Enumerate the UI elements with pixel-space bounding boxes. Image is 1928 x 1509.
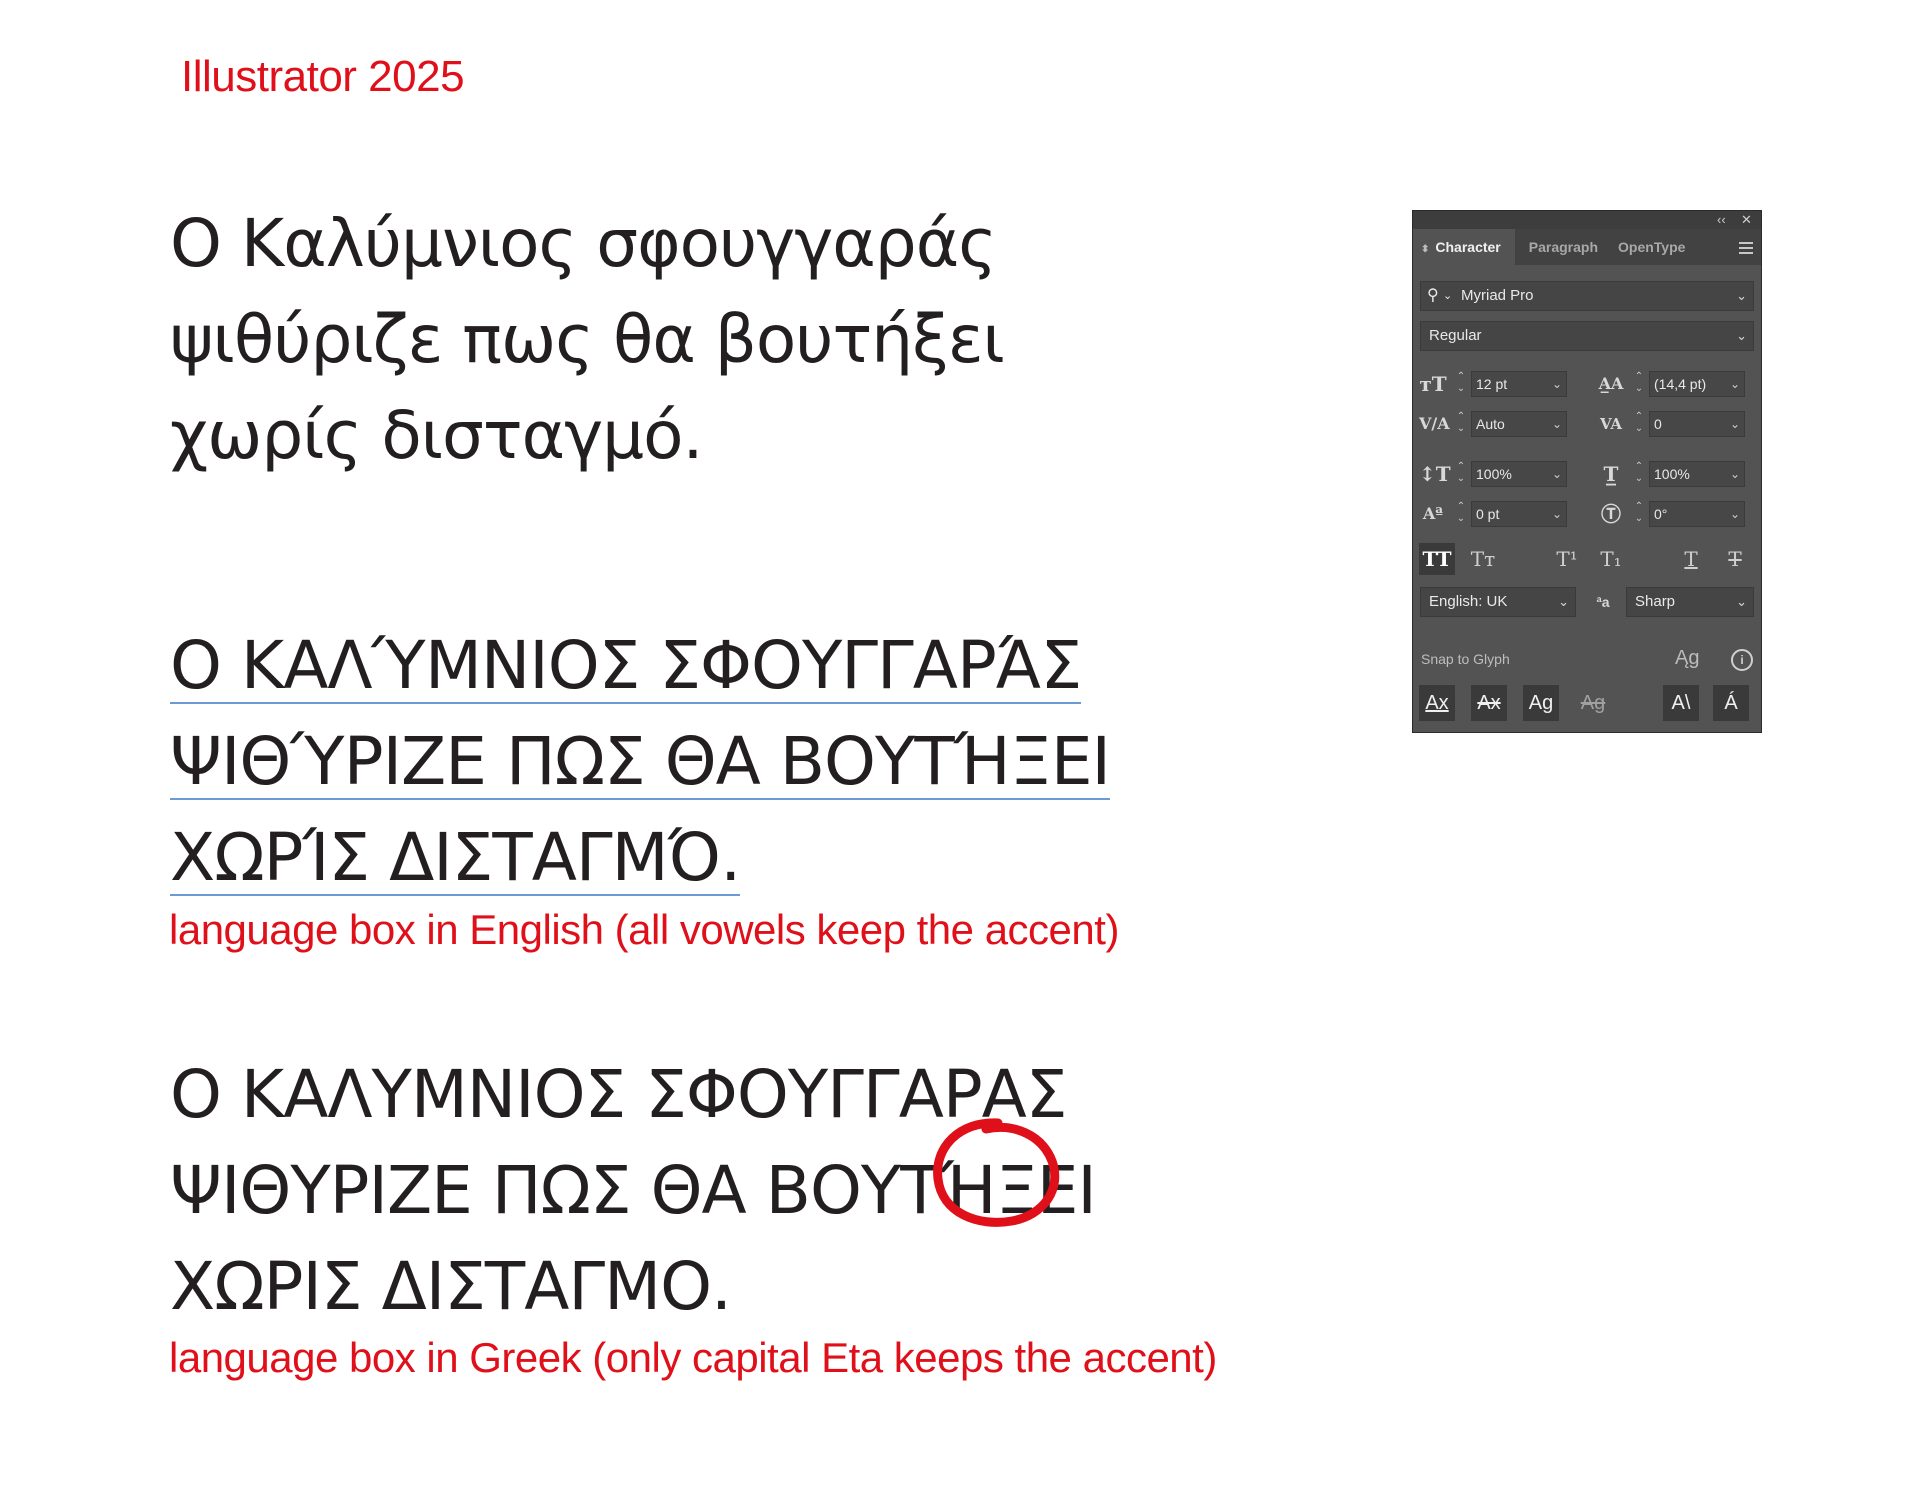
font-family-field[interactable]: ⚲ ⌄ Myriad Pro ⌄: [1420, 281, 1754, 311]
text-line: Ο ΚΑΛΎΜΝΙΟΣ ΣΦΟΥΓΓΑΡΆΣ: [170, 618, 1110, 714]
subscript-button[interactable]: T₁: [1593, 543, 1629, 575]
panel-menu-icon[interactable]: [1739, 239, 1753, 257]
all-caps-button[interactable]: TT: [1419, 543, 1455, 575]
horizontal-scale-icon: T̲: [1603, 462, 1619, 486]
text-line: χωρίς δισταγμό.: [170, 397, 704, 474]
superscript-button[interactable]: T¹: [1549, 543, 1585, 575]
leading-stepper[interactable]: ⌃ ⌄: [1633, 371, 1645, 397]
character-panel: ‹‹ ✕ ⬍ Character Paragraph OpenType ⚲ ⌄ M…: [1412, 210, 1762, 733]
kerning-stepper[interactable]: ⌃ ⌄: [1455, 411, 1467, 437]
vertical-scale-stepper[interactable]: ⌃ ⌄: [1455, 461, 1467, 487]
baseline-shift-icon: Aª: [1422, 504, 1444, 523]
sample-text-lowercase: Ο Καλύμνιος σφουγγαράς ψιθύριζε πως θα β…: [170, 196, 1005, 484]
baseline-shift-input[interactable]: 0 pt ⌄: [1471, 501, 1567, 527]
close-icon[interactable]: ✕: [1741, 212, 1752, 228]
language-select[interactable]: English: UK ⌄: [1420, 587, 1576, 617]
horizontal-scale-stepper[interactable]: ⌃ ⌄: [1633, 461, 1645, 487]
collapse-icon[interactable]: ‹‹: [1717, 212, 1726, 227]
tracking-stepper[interactable]: ⌃ ⌄: [1633, 411, 1645, 437]
strikethrough-button[interactable]: T: [1717, 543, 1753, 575]
vertical-scale-icon: ↕T: [1419, 462, 1451, 486]
tab-paragraph[interactable]: Paragraph: [1515, 229, 1612, 265]
snap-xheight-icon[interactable]: Ax: [1471, 685, 1507, 721]
leading-icon: A̲A: [1598, 374, 1624, 393]
panel-titlebar[interactable]: ‹‹ ✕: [1413, 211, 1761, 229]
font-size-stepper[interactable]: ⌃ ⌄: [1455, 371, 1467, 397]
sample-text-greek-language: Ο ΚΑΛΥΜΝΙΟΣ ΣΦΟΥΓΓΑΡΑΣ ΨΙΘΥΡΙΖΕ ΠΩΣ ΘΑ Β…: [170, 1047, 1097, 1335]
snap-to-glyph-label: Snap to Glyph: [1421, 651, 1510, 667]
snap-baseline-icon[interactable]: Ax: [1419, 685, 1455, 721]
font-size-input[interactable]: 12 pt ⌄: [1471, 371, 1567, 397]
small-caps-button[interactable]: Tт: [1465, 543, 1501, 575]
sample-text-english-language: Ο ΚΑΛΎΜΝΙΟΣ ΣΦΟΥΓΓΑΡΆΣ ΨΙΘΎΡΙΖΕ ΠΩΣ ΘΑ Β…: [170, 618, 1111, 906]
panel-tabs: ⬍ Character Paragraph OpenType: [1413, 229, 1761, 265]
kerning-icon: V/A: [1419, 414, 1450, 433]
snap-proximity-icon[interactable]: Ag: [1575, 685, 1611, 721]
text-line: ΧΩΡΊΣ ΔΙΣΤΑΓΜΌ.: [170, 810, 1110, 906]
text-line: ΨΙΘΎΡΙΖΕ ΠΩΣ ΘΑ ΒΟΥΤΉΞΕΙ: [170, 714, 1111, 810]
rotation-stepper[interactable]: ⌃ ⌄: [1633, 501, 1645, 527]
tracking-input[interactable]: 0 ⌄: [1649, 411, 1745, 437]
text-line: ψιθύριζε πως θα βουτήξει: [170, 301, 1005, 378]
snap-glyph-bounds-icon[interactable]: Ag: [1523, 685, 1559, 721]
chevron-down-icon: ⌄: [1443, 290, 1453, 302]
baseline-shift-stepper[interactable]: ⌃ ⌄: [1455, 501, 1467, 527]
underline-button[interactable]: T: [1673, 543, 1709, 575]
tab-character[interactable]: ⬍ Character: [1413, 229, 1515, 265]
font-size-icon: ᴛT: [1419, 372, 1447, 396]
page-heading: Illustrator 2025: [181, 52, 465, 101]
font-style-field[interactable]: Regular ⌄: [1420, 321, 1754, 351]
text-line: ΧΩΡΙΣ ΔΙΣΤΑΓΜΟ.: [170, 1248, 732, 1325]
antialiasing-icon: ªa: [1596, 594, 1610, 610]
tracking-icon: VA: [1599, 415, 1623, 433]
rotation-input[interactable]: 0° ⌄: [1649, 501, 1745, 527]
kerning-input[interactable]: Auto ⌄: [1471, 411, 1567, 437]
search-icon: ⚲: [1427, 287, 1439, 304]
horizontal-scale-input[interactable]: 100% ⌄: [1649, 461, 1745, 487]
text-line: Ο ΚΑΛΥΜΝΙΟΣ ΣΦΟΥΓΓΑΡΑΣ: [170, 1056, 1067, 1133]
caption-greek: language box in Greek (only capital Eta …: [169, 1334, 1217, 1381]
vertical-scale-input[interactable]: 100% ⌄: [1471, 461, 1567, 487]
chevron-down-icon: ⌄: [1736, 328, 1747, 343]
snap-anchor-icon[interactable]: Á: [1713, 685, 1749, 721]
snap-angular-icon[interactable]: A\: [1663, 685, 1699, 721]
text-line: ΨΙΘΥΡΙΖΕ ΠΩΣ ΘΑ ΒΟΥΤΉΞΕΙ: [170, 1152, 1097, 1229]
tab-arrows-icon: ⬍: [1421, 244, 1430, 255]
antialiasing-select[interactable]: Sharp ⌄: [1626, 587, 1754, 617]
glyph-guides-icon[interactable]: Ąg: [1675, 647, 1699, 670]
rotation-icon: Ⓣ: [1601, 502, 1621, 526]
leading-input[interactable]: (14,4 pt) ⌄: [1649, 371, 1745, 397]
caption-english: language box in English (all vowels keep…: [169, 906, 1119, 953]
tab-opentype[interactable]: OpenType: [1612, 229, 1699, 265]
chevron-down-icon: ⌄: [1736, 288, 1747, 303]
info-icon[interactable]: i: [1731, 649, 1753, 671]
text-line: Ο Καλύμνιος σφουγγαράς: [170, 205, 997, 282]
